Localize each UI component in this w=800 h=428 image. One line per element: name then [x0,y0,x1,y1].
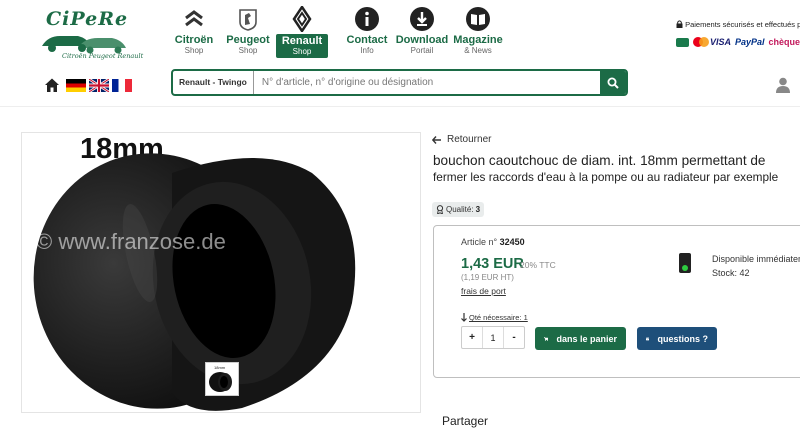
back-link[interactable]: Retourner [432,134,491,145]
contact-info-icon [355,7,379,31]
magazine-icon [466,7,490,31]
peugeot-logo-icon [239,9,257,31]
add-to-cart-label: dans le panier [556,333,617,344]
product-title: bouchon caoutchouc de diam. int. 18mm pe… [433,152,793,186]
classic-cars-logo-icon [42,36,126,54]
quantity-stepper: + 1 - [461,326,525,349]
nav-label: Magazine [453,34,503,46]
product-title-line2: fermer les raccords d'eau à la pompe ou … [433,170,779,184]
nav-renault-shop[interactable]: Renault Shop [270,6,334,58]
product-image-panel[interactable]: 18mm © www.franzose.de 18mm [21,132,421,413]
nav-sublabel: & News [464,46,492,55]
home-icon[interactable] [44,77,60,93]
flag-fr-icon[interactable] [112,79,132,92]
image-watermark: © www.franzose.de [36,229,226,254]
thumbnail-plug-image [209,372,232,392]
nav-sublabel: Shop [292,47,312,56]
required-quantity-label: Qté nécessaire: 1 [469,313,528,322]
arrow-left-icon [432,135,441,144]
ask-question-label: questions ? [657,333,708,344]
renault-logo-icon [292,6,312,32]
article-label: Article n° [461,237,498,247]
vat-note: 20% TTC [520,260,556,270]
download-icon [410,7,434,31]
nav-download-portal[interactable]: Download Portail [390,6,454,56]
search-button[interactable] [600,71,626,94]
stock-count: Stock: 42 [712,268,750,278]
payment-info: Paiements sécurisés et effectués par VIS… [676,20,800,47]
logo-wordmark: CiPeRe [46,8,129,30]
nav-label: Renault [281,35,323,47]
quality-value: 3 [475,205,481,214]
logo-tagline: Citroën Peugeot Renault [62,52,144,60]
image-thumbnail[interactable]: 18mm [205,362,239,396]
purchase-box: Article n° 32450 1,43 EUR 20% TTC (1,19 … [433,225,800,378]
nav-sublabel: Portail [410,46,434,55]
nav-magazine-news[interactable]: Magazine & News [446,6,510,56]
quality-badge: Qualité: 3 [432,202,485,217]
shipping-cost-link[interactable]: frais de port [461,286,506,296]
search-input[interactable] [253,71,600,94]
price: 1,43 EUR [461,256,524,272]
site-logo[interactable]: CiPeRe Citroën Peugeot Renault [38,8,143,64]
nav-label: Download [395,34,449,46]
arrow-down-icon [461,313,467,322]
header-divider [0,106,800,107]
lock-icon [676,20,683,28]
cb-card-icon [676,37,689,47]
quantity-input[interactable]: 1 [482,327,504,348]
paypal-label: PayPal [734,37,765,47]
flag-de-icon[interactable] [66,79,86,92]
availability-status: Disponible immédiatement [712,254,800,264]
article-value: 32450 [499,237,525,247]
quantity-decrease-button[interactable]: - [504,327,524,348]
envelope-icon [646,337,650,340]
user-account-icon[interactable] [776,77,790,93]
cheque-label: chèque [768,37,800,47]
price-excl-tax: (1,19 EUR HT) [461,273,514,282]
quality-label: Qualité: [446,205,474,214]
required-quantity-note[interactable]: Qté nécessaire: 1 [461,313,528,322]
quantity-increase-button[interactable]: + [462,327,482,348]
flag-uk-icon[interactable] [89,79,109,92]
cart-icon [544,336,549,341]
ask-question-button[interactable]: questions ? [637,327,717,350]
search-scope-select[interactable]: Renault - Twingo [173,71,254,94]
citroen-logo-icon [185,10,203,27]
stock-traffic-light-icon [679,253,691,273]
share-heading: Partager [442,414,489,428]
product-title-line1: bouchon caoutchouc de diam. int. 18mm pe… [433,153,766,168]
back-label: Retourner [447,134,492,145]
add-to-cart-button[interactable]: dans le panier [535,327,626,350]
visa-label: VISA [709,37,731,47]
payment-text: Paiements sécurisés et effectués par [685,20,800,29]
article-number: Article n° 32450 [461,237,525,247]
award-icon [436,205,444,214]
search-bar: Renault - Twingo [171,69,628,96]
search-icon [607,77,619,89]
mastercard-icon [692,37,710,47]
